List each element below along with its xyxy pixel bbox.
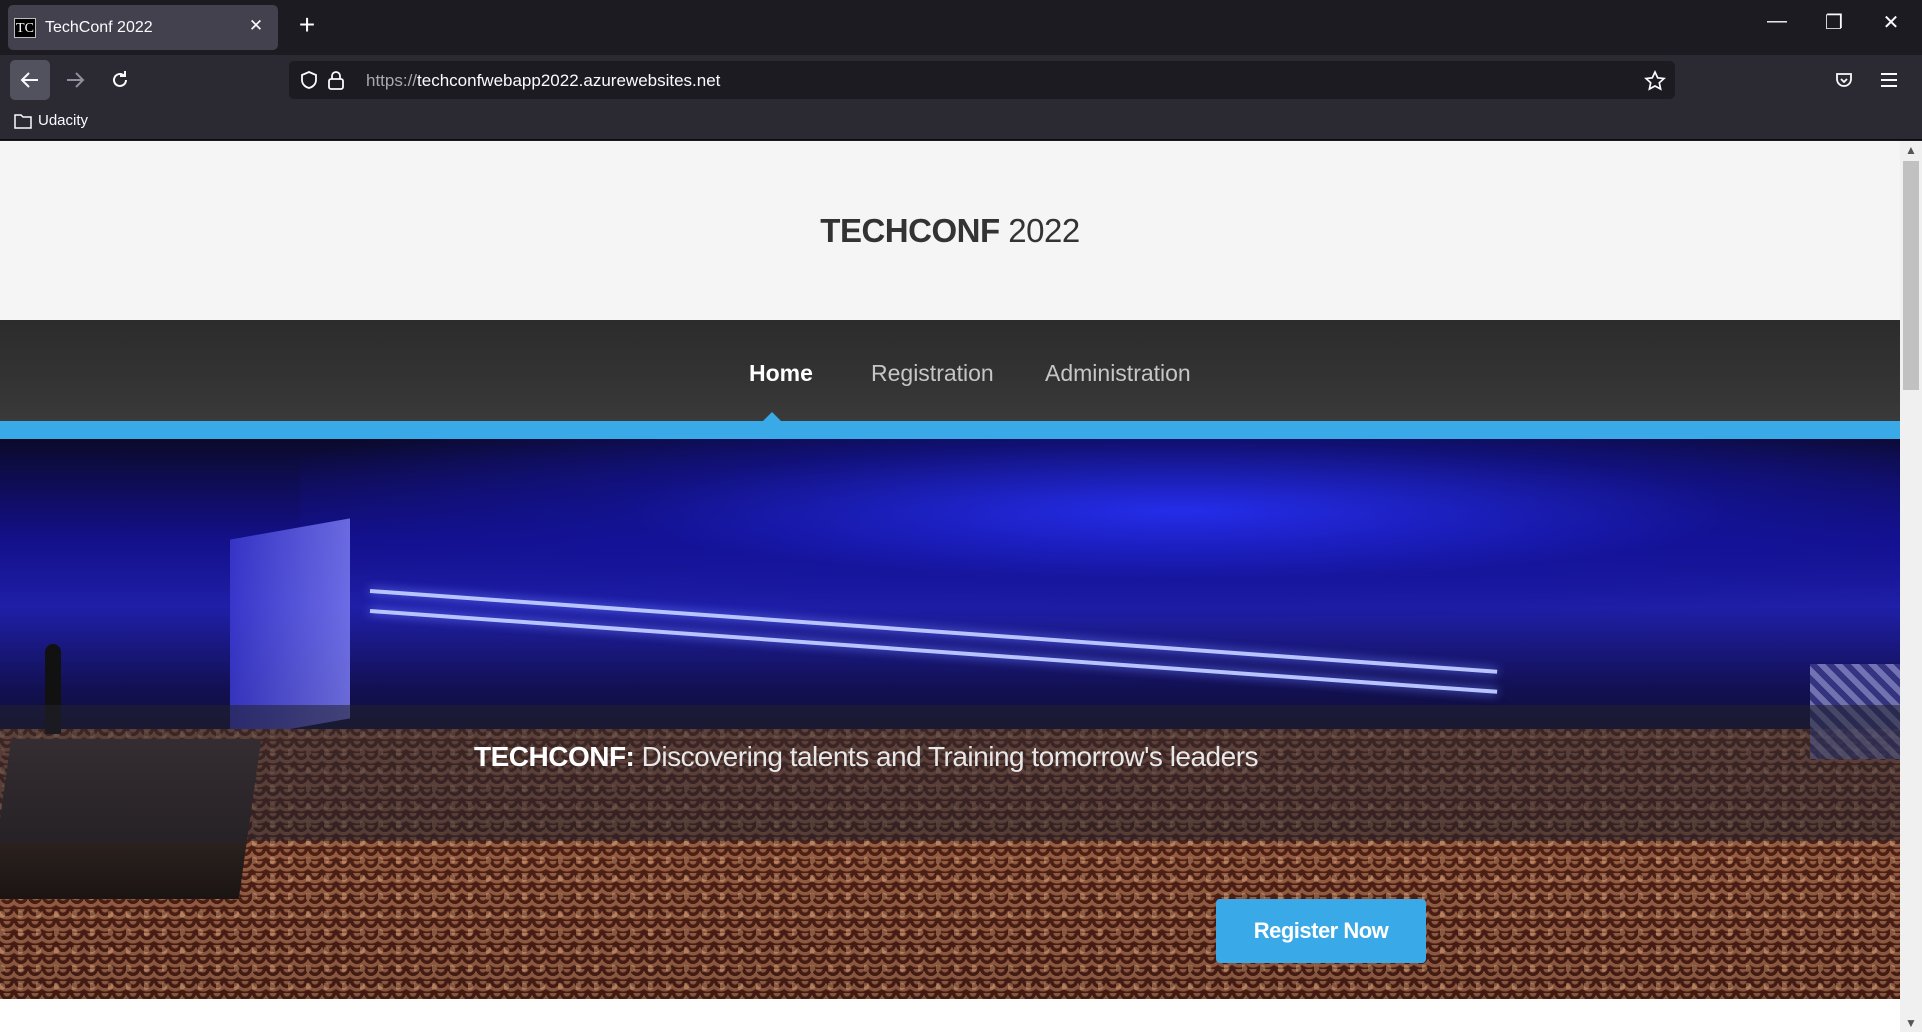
browser-tab-strip: TC TechConf 2022 ✕ + — ❐ ✕ xyxy=(0,0,1922,55)
folder-icon xyxy=(14,113,32,129)
site-header: TECHCONF 2022 xyxy=(0,141,1900,320)
nav-administration[interactable]: Administration xyxy=(1045,360,1191,387)
shield-icon[interactable] xyxy=(299,70,319,90)
browser-tab[interactable]: TC TechConf 2022 ✕ xyxy=(8,5,278,50)
page-viewport: TECHCONF 2022 Home Registration Administ… xyxy=(0,141,1922,1032)
nav-registration[interactable]: Registration xyxy=(871,360,994,387)
tab-title: TechConf 2022 xyxy=(45,18,153,36)
accent-bar xyxy=(0,421,1900,439)
reload-button[interactable] xyxy=(100,60,140,100)
reload-icon xyxy=(113,71,127,87)
hamburger-menu-icon[interactable] xyxy=(1880,71,1898,89)
hero-ceiling-lights xyxy=(300,439,1900,619)
scroll-up-arrow-icon[interactable]: ▲ xyxy=(1900,141,1922,159)
site-title[interactable]: TECHCONF 2022 xyxy=(820,212,1080,250)
register-now-button[interactable]: Register Now xyxy=(1216,899,1426,963)
lock-icon[interactable] xyxy=(327,70,345,90)
bookmark-label: Udacity xyxy=(38,112,89,129)
back-button[interactable] xyxy=(10,60,50,100)
forward-button[interactable] xyxy=(55,60,95,100)
page-scrollbar[interactable]: ▲ ▼ xyxy=(1900,141,1922,1032)
favicon-icon: TC xyxy=(14,17,36,38)
bookmark-udacity[interactable]: Udacity xyxy=(14,112,88,129)
pocket-icon[interactable] xyxy=(1834,70,1854,90)
url-text[interactable]: https://techconfwebapp2022.azurewebsites… xyxy=(366,71,720,91)
star-bookmark-icon[interactable] xyxy=(1644,70,1666,92)
hero-caption-band xyxy=(0,705,1900,841)
restore-button[interactable]: ❐ xyxy=(1814,10,1854,35)
scroll-thumb[interactable] xyxy=(1903,161,1919,390)
minimize-button[interactable]: — xyxy=(1757,10,1797,33)
site-nav: Home Registration Administration xyxy=(0,320,1900,422)
scroll-down-arrow-icon[interactable]: ▼ xyxy=(1900,1014,1922,1032)
browser-toolbar: https://techconfwebapp2022.azurewebsites… xyxy=(0,55,1922,105)
url-bar[interactable]: https://techconfwebapp2022.azurewebsites… xyxy=(289,61,1675,99)
arrow-right-icon xyxy=(67,72,85,88)
hero-neon-line xyxy=(369,609,1498,694)
nav-home[interactable]: Home xyxy=(749,360,813,387)
tab-close-icon[interactable]: ✕ xyxy=(246,16,266,36)
arrow-left-icon xyxy=(20,72,38,88)
bookmarks-bar: Udacity xyxy=(0,105,1922,140)
new-tab-button[interactable]: + xyxy=(292,11,322,39)
window-close-button[interactable]: ✕ xyxy=(1871,10,1911,35)
hero-tagline: TECHCONF: Discovering talents and Traini… xyxy=(474,741,1259,772)
